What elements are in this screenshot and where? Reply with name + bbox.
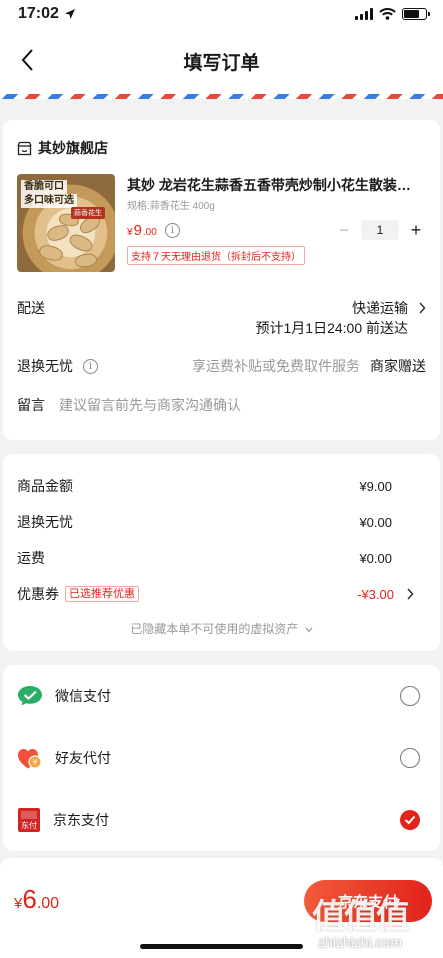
hidden-assets-toggle[interactable]: 已隐藏本单不可使用的虚拟资产: [17, 620, 426, 637]
product-info: 其妙 龙岩花生蒜香五香带壳炒制小花生散装… 规格:蒜香花生 400g ¥ 9 .…: [127, 174, 426, 272]
return-fee-value: ¥0.00: [359, 514, 392, 530]
return-fee-label: 退换无忧: [17, 514, 73, 530]
thumb-flavor-tag: 蒜香花生: [71, 207, 105, 219]
price-decimal: .00: [142, 226, 157, 238]
payment-radio-selected[interactable]: [400, 810, 420, 830]
goods-amount-label: 商品金额: [17, 478, 73, 494]
delivery-label: 配送: [17, 300, 45, 316]
chevron-right-icon: [407, 588, 414, 600]
price-qty-row: ¥ 9 .00 i − 1 +: [127, 218, 426, 242]
check-icon: [404, 815, 416, 825]
delivery-eta: 预计1月1日24:00 前送达: [255, 320, 409, 336]
hidden-assets-text: 已隐藏本单不可使用的虚拟资产: [130, 622, 299, 636]
coupon-row[interactable]: 优惠券 已选推荐优惠 -¥3.00: [17, 576, 426, 612]
price-summary-card: 商品金额 ¥9.00 退换无忧 ¥0.00 运费 ¥0.00 优惠券 已选推荐优…: [3, 454, 440, 651]
order-total: ¥ 6 .00: [14, 884, 59, 915]
return-service-value: 商家赠送: [370, 358, 426, 374]
shipping-fee-label: 运费: [17, 550, 45, 566]
payment-label: 京东支付: [53, 812, 109, 828]
return-service-row[interactable]: 退换无忧 i 享运费补贴或免费取件服务 商家赠送: [17, 355, 426, 377]
price-integer: 9: [133, 221, 142, 239]
decrease-quantity-button[interactable]: −: [334, 220, 354, 241]
note-input[interactable]: 建议留言前先与商家沟通确认: [59, 395, 241, 415]
increase-quantity-button[interactable]: +: [406, 220, 426, 241]
cellular-signal-icon: [355, 8, 373, 20]
clock-label: 17:02: [18, 5, 59, 22]
friend-pay-icon: ¥: [18, 749, 42, 769]
svg-text:¥: ¥: [32, 758, 37, 767]
goods-amount-value: ¥9.00: [359, 478, 392, 494]
quantity-stepper: − 1 +: [334, 220, 426, 241]
shop-card: 其妙旗舰店 香脆可口 多口味可选 蒜香花生 其妙 龙岩花生蒜香五香带壳炒制小花生…: [3, 120, 440, 440]
return-service-desc: 享运费补贴或免费取件服务: [192, 358, 360, 374]
shop-header[interactable]: 其妙旗舰店: [17, 136, 426, 160]
coupon-label: 优惠券: [17, 586, 59, 602]
battery-icon: [402, 8, 430, 20]
payment-option-wechat[interactable]: 微信支付: [17, 665, 426, 727]
total-decimal: .00: [36, 895, 60, 912]
payment-radio[interactable]: [400, 748, 420, 768]
product-title[interactable]: 其妙 龙岩花生蒜香五香带壳炒制小花生散装…: [127, 176, 426, 194]
product-price: ¥ 9 .00: [127, 222, 157, 239]
thumb-slogan-1: 香脆可口: [21, 180, 67, 194]
page-title: 填写订单: [183, 52, 260, 74]
delivery-method: 快递运输: [352, 300, 408, 316]
chevron-down-icon: [305, 627, 313, 633]
payment-radio[interactable]: [400, 686, 420, 706]
shipping-fee-value: ¥0.00: [359, 550, 392, 566]
wifi-icon: [379, 8, 396, 20]
jd-pay-icon: 东付: [18, 808, 40, 832]
home-indicator[interactable]: [140, 944, 303, 949]
total-integer: 6: [22, 884, 37, 914]
goods-amount-row: 商品金额 ¥9.00: [17, 468, 426, 504]
total-currency: ¥: [14, 895, 23, 912]
return-service-label: 退换无忧: [17, 358, 73, 374]
payment-option-jd[interactable]: 东付 京东支付: [17, 789, 426, 851]
nav-bar: 填写订单: [0, 28, 443, 94]
status-time: 17:02: [18, 5, 76, 23]
payment-option-friend[interactable]: ¥ 好友代付: [17, 727, 426, 789]
shop-name: 其妙旗舰店: [38, 140, 108, 156]
note-row: 留言 建议留言前先与商家沟通确认: [17, 394, 426, 416]
watermark: 值值值 zhizhizhi.com: [290, 889, 430, 950]
watermark-logo: 值值值: [312, 898, 410, 936]
thumb-slogan-2: 多口味可选: [21, 194, 77, 208]
price-currency: ¥: [127, 226, 133, 238]
chevron-right-icon: [419, 302, 426, 314]
product-thumbnail[interactable]: 香脆可口 多口味可选 蒜香花生: [17, 174, 115, 272]
delivery-row[interactable]: 配送 快递运输 预计1月1日24:00 前送达: [17, 298, 426, 338]
return-info-icon[interactable]: i: [83, 358, 98, 374]
product-spec[interactable]: 规格:蒜香花生 400g: [127, 197, 426, 212]
svg-text:东付: 东付: [21, 820, 37, 830]
payment-label: 微信支付: [55, 688, 111, 704]
return-fee-row: 退换无忧 ¥0.00: [17, 504, 426, 540]
watermark-url: zhizhizhi.com: [317, 934, 403, 950]
chevron-left-icon: [21, 49, 33, 71]
payment-label: 好友代付: [55, 750, 111, 766]
status-bar: 17:02: [0, 0, 443, 28]
coupon-value: -¥3.00: [357, 586, 394, 602]
price-info-icon[interactable]: i: [164, 222, 180, 238]
wechat-pay-icon: [18, 686, 42, 706]
note-label: 留言: [17, 397, 45, 413]
back-button[interactable]: [14, 47, 40, 73]
airmail-divider: [0, 94, 443, 99]
payment-methods-card: 微信支付 ¥ 好友代付 东付 京东支付: [3, 665, 440, 851]
store-icon: [17, 141, 32, 155]
system-icons: [355, 8, 430, 20]
coupon-badge: 已选推荐优惠: [65, 586, 139, 602]
return-policy-badge: 支持７天无理由退货（拆封后不支持）: [127, 246, 305, 265]
product-item[interactable]: 香脆可口 多口味可选 蒜香花生 其妙 龙岩花生蒜香五香带壳炒制小花生散装… 规格…: [17, 174, 426, 272]
shipping-fee-row: 运费 ¥0.00: [17, 540, 426, 576]
quantity-input[interactable]: 1: [361, 220, 399, 240]
location-arrow-icon: [64, 9, 75, 19]
